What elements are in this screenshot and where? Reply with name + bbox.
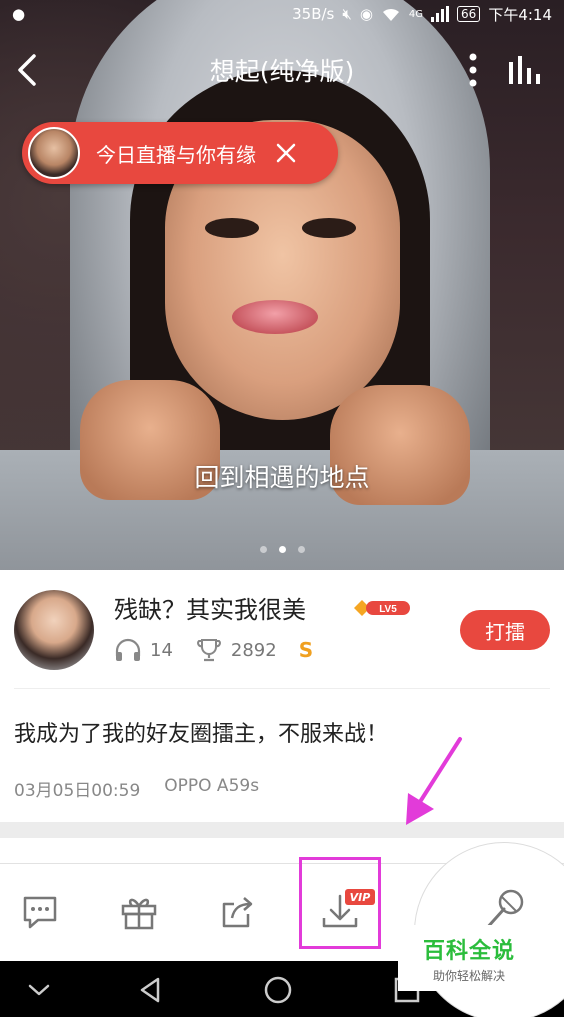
wifi-icon: [381, 6, 401, 22]
trophy-count: 2892: [230, 639, 277, 661]
post-date: 03月05日00:59: [14, 781, 141, 801]
live-banner-text: 今日直播与你有缘: [96, 142, 256, 167]
post-meta: 03月05日00:59 OPPO A59s: [14, 776, 259, 801]
post-device: OPPO A59s: [164, 776, 260, 796]
watermark-subtitle: 助你轻松解决: [432, 968, 505, 983]
mute-icon: 🔇︎: [342, 5, 352, 23]
chevron-down-icon[interactable]: [24, 975, 54, 1005]
svg-text:LV5: LV5: [379, 604, 397, 615]
title-bar: 想起(纯净版): [0, 40, 564, 100]
nav-home-icon[interactable]: [263, 975, 293, 1005]
network-type: 4G: [408, 8, 424, 20]
clock: 下午4:14: [488, 5, 552, 24]
status-bar: ● 35B/s 🔇︎ ◉ 4G 66 下午4:14: [0, 0, 564, 28]
watermark: 百科全说 助你轻松解决: [398, 925, 540, 991]
streamer-avatar: [28, 127, 80, 179]
live-stream-banner[interactable]: 今日直播与你有缘: [22, 122, 338, 184]
listen-count: 14: [150, 639, 173, 661]
challenge-button[interactable]: 打擂: [460, 610, 550, 650]
carousel-dot: [297, 546, 305, 553]
vip-badge: VIP: [345, 889, 375, 905]
share-icon[interactable]: [218, 892, 258, 932]
song-info-card: 残缺？其实我很美 LV5 14 2892 S 打擂 我成为了我的好友圈擂主，不服…: [0, 570, 564, 825]
screen: ● 35B/s 🔇︎ ◉ 4G 66 下午4:14 想起(纯净版) 今日直播与你…: [0, 0, 564, 1017]
carousel-dot-active: [278, 546, 286, 553]
avatar[interactable]: [14, 590, 94, 670]
coin-symbol: S: [298, 638, 314, 662]
level-badge: LV5: [354, 600, 410, 616]
song-stats: 14 2892 S: [114, 638, 313, 662]
battery-indicator: 66: [457, 6, 481, 22]
watermark-title: 百科全说: [422, 938, 515, 964]
trophy-icon: [197, 639, 221, 662]
signal-icon: [431, 6, 450, 22]
equalizer-icon[interactable]: [505, 52, 545, 88]
annotation-arrow-icon: [406, 737, 462, 825]
section-divider: [0, 822, 564, 838]
headphones-icon: [115, 638, 141, 661]
carousel-dot: [259, 546, 267, 553]
more-options-icon[interactable]: [460, 50, 486, 90]
eye-icon: ◉: [359, 5, 373, 23]
carousel-indicator: [0, 546, 564, 553]
back-arrow-icon[interactable]: [8, 50, 48, 90]
network-speed: 35B/s: [292, 5, 335, 23]
divider: [14, 688, 550, 689]
page-title: 想起(纯净版): [209, 57, 355, 86]
gift-icon[interactable]: [119, 892, 159, 932]
user-name[interactable]: 残缺？其实我很美: [114, 590, 306, 625]
close-icon[interactable]: [274, 141, 298, 165]
comment-icon[interactable]: [20, 892, 60, 932]
post-text: 我成为了我的好友圈擂主，不服来战！: [14, 722, 389, 747]
nav-back-icon[interactable]: [136, 975, 166, 1005]
app-notification-icon: ●: [12, 5, 26, 23]
current-lyric: 回到相遇的地点: [194, 463, 370, 492]
